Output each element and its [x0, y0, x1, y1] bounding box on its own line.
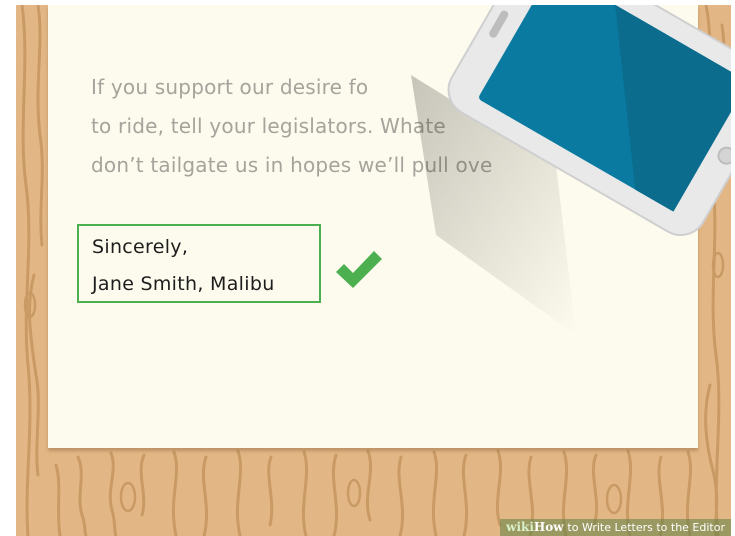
watermark-banner: wikiHow to Write Letters to the Editor — [500, 519, 731, 536]
watermark-title: to Write Letters to the Editor — [567, 521, 725, 534]
letter-text-line: don’t tailgate us in hopes we’ll pull ov… — [91, 153, 493, 177]
signature-closing: Sincerely, — [92, 236, 189, 258]
watermark-how: How — [533, 520, 564, 534]
letter-text-line: If you support our desire fo — [91, 75, 369, 99]
illustration-scene: If you support our desire fo to ride, te… — [16, 5, 731, 536]
check-icon — [336, 251, 382, 288]
signature-name: Jane Smith, Malibu — [92, 273, 275, 295]
letter-paper: If you support our desire fo to ride, te… — [48, 5, 698, 448]
watermark-brand: wiki — [506, 520, 534, 534]
signature-highlight-box: Sincerely, Jane Smith, Malibu — [77, 224, 321, 303]
letter-text-line: to ride, tell your legislators. Whate — [91, 114, 446, 138]
